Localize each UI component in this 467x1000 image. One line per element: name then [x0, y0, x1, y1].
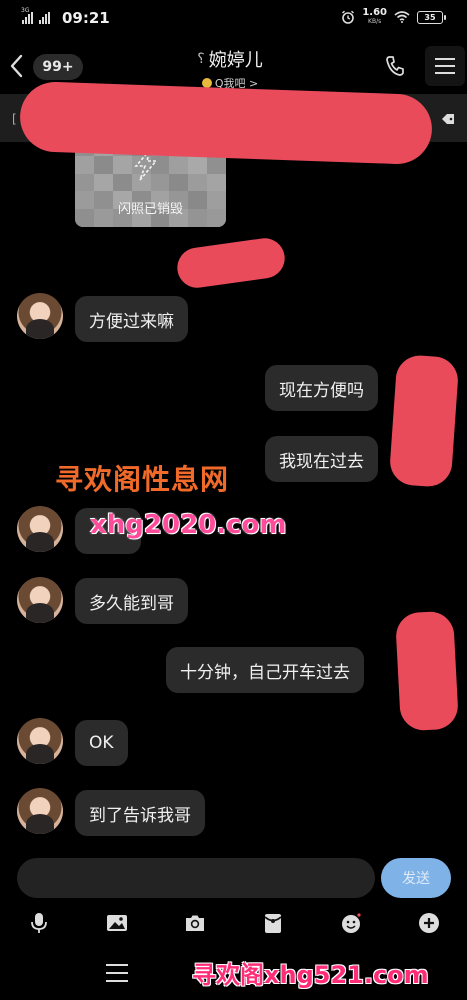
message-bubble-left[interactable]: OK [75, 720, 128, 766]
signal-icon-2 [39, 12, 50, 24]
redaction-mark [394, 610, 460, 732]
network-type: 3G [21, 7, 30, 14]
redaction-mark [18, 80, 434, 166]
microphone-icon[interactable] [27, 911, 51, 935]
chat-title-block[interactable]: ⸮ 婉婷儿 Q我吧 > [150, 46, 310, 91]
input-toolbar [0, 905, 467, 941]
message-bubble-right[interactable]: 我现在过去 [265, 436, 378, 482]
flash-photo-label: 闪照已销毁 [117, 202, 183, 217]
ear-icon: ⸮ [197, 51, 205, 67]
message-bubble-left[interactable]: 方便过来嘛 [75, 296, 188, 342]
battery-level: 35 [424, 12, 436, 22]
message-bubble-left[interactable]: 到了告诉我哥 [75, 790, 205, 836]
battery-icon: 35 [417, 10, 446, 24]
redaction-mark [174, 235, 288, 291]
message-bubble-left[interactable]: 多久能到哥 [75, 578, 188, 624]
tag-icon[interactable] [440, 112, 456, 126]
contact-avatar[interactable] [17, 788, 63, 834]
emoji-icon[interactable] [339, 911, 363, 935]
status-bar: 3G 09:21 1.60 KB/s 35 [0, 0, 467, 34]
alarm-icon [342, 10, 355, 24]
message-input[interactable] [17, 858, 375, 898]
contact-name: 婉婷儿 [208, 50, 263, 71]
image-icon[interactable] [105, 911, 129, 935]
system-menu-button[interactable] [106, 964, 128, 982]
message-bubble-right[interactable]: 现在方便吗 [265, 365, 378, 411]
back-icon[interactable] [6, 52, 28, 80]
contact-avatar[interactable] [17, 577, 63, 623]
watermark-title: 寻欢阁性息网 [55, 463, 230, 496]
phone-icon[interactable] [384, 54, 406, 78]
network-speed: 1.60 KB/s [362, 7, 387, 26]
redaction-mark [388, 353, 460, 489]
notice-text: [ [12, 112, 17, 126]
red-packet-icon[interactable] [261, 911, 285, 935]
message-bubble-right[interactable]: 十分钟，自己开车过去 [166, 647, 364, 693]
more-menu-button[interactable] [425, 46, 465, 86]
plus-icon[interactable] [417, 911, 441, 935]
clock: 09:21 [62, 9, 110, 27]
unread-badge[interactable]: 99+ [33, 54, 83, 80]
wifi-icon [394, 11, 410, 23]
send-button[interactable]: 发送 [381, 858, 451, 898]
contact-avatar[interactable] [17, 718, 63, 764]
contact-avatar[interactable] [17, 293, 63, 339]
watermark-footer: 寻欢阁xhg521.com [192, 961, 429, 989]
camera-icon[interactable] [183, 911, 207, 935]
contact-avatar[interactable] [17, 506, 63, 552]
signal-icon: 3G [21, 7, 33, 24]
watermark-url: xhg2020.com [90, 510, 287, 540]
